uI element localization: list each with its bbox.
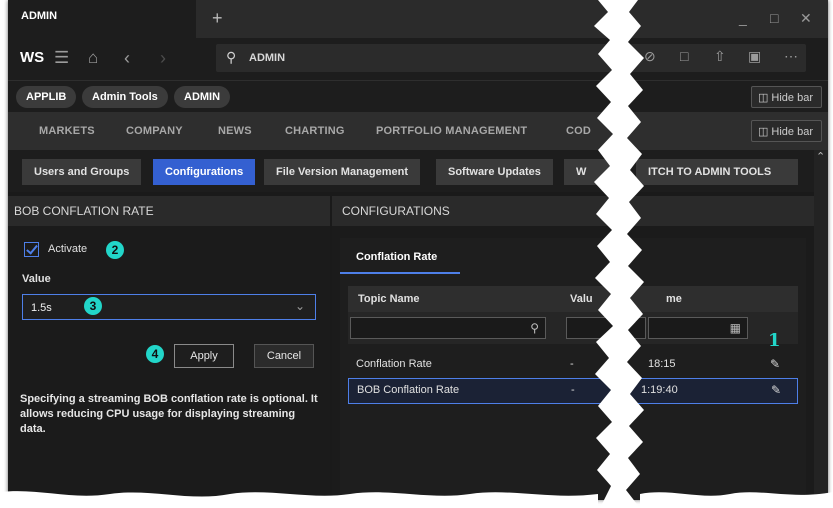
activate-label: Activate [48,243,88,255]
search-icon: ⚲ [226,49,237,65]
search-icon: ⚲ [530,321,539,335]
close-icon[interactable]: ✕ [800,10,812,27]
row-topic: Conflation Rate [356,358,432,370]
row-topic: BOB Conflation Rate [357,384,460,396]
switch-to-admin-tools-button[interactable]: ITCH TO ADMIN TOOLS [636,159,798,185]
callout-badge-2: 2 [106,241,124,259]
menu-portfolio-management[interactable]: PORTFOLIO MANAGEMENT [376,125,527,137]
menu-news[interactable]: NEWS [218,125,252,137]
edit-pencil-icon[interactable]: ✎ [771,383,781,397]
cancel-button[interactable]: Cancel [254,344,314,368]
table-row-selected[interactable]: BOB Conflation Rate - 1:19:40 ✎ [348,378,798,404]
window-titlebar: ADMIN + _ □ ✕ [8,0,828,38]
save-icon[interactable]: ▣ [748,48,761,65]
chip-admin-tools[interactable]: Admin Tools [82,86,168,108]
hide-bar-icon: ◫ [757,92,772,104]
column-time[interactable]: me [666,293,682,305]
scroll-up-icon[interactable]: ⌃ [816,150,825,163]
calendar-icon[interactable]: ▦ [730,321,741,335]
menu-company[interactable]: COMPANY [126,125,183,137]
share-icon[interactable]: ⇧ [714,48,726,65]
tab-configurations[interactable]: Configurations [153,159,256,185]
toolbar: WS ☰ ⌂ ‹ › ⚲ ADMIN ⊘ □ ⇧ ▣ ⋯ [8,38,828,80]
tab-conflation-rate[interactable]: Conflation Rate [340,238,460,274]
activate-checkbox[interactable] [24,242,39,257]
row-value: - [570,358,574,370]
hide-bar-button[interactable]: ◫ Hide bar [750,86,822,108]
maximize-icon[interactable]: □ [770,10,778,26]
value-label: Value [22,273,51,285]
hide-bar-label: Hide bar [771,92,813,104]
search-input[interactable]: ADMIN [249,52,285,64]
value-filter-input[interactable] [566,317,646,339]
configurations-content: Conflation Rate Topic Name Valu me ⚲ ▦ C… [340,238,806,500]
date-filter-input[interactable]: ▦ [648,317,748,339]
row-value: - [571,384,575,396]
configurations-title: CONFIGURATIONS [332,196,814,226]
callout-badge-4: 4 [146,345,164,363]
filter-row: ⚲ ▦ [348,312,798,344]
hide-bar-icon: ◫ [757,126,772,138]
row-time: 18:15 [648,358,676,370]
tab-users-and-groups[interactable]: Users and Groups [22,159,142,185]
admin-window: ADMIN + _ □ ✕ WS ☰ ⌂ ‹ › ⚲ ADMIN ⊘ □ ⇧ ▣… [8,0,828,500]
edit-pencil-icon[interactable]: ✎ [770,357,780,371]
menu-charting[interactable]: CHARTING [285,125,345,137]
callout-badge-3: 3 [84,297,102,315]
admin-subtabs: Users and Groups Configurations File Ver… [8,150,828,192]
column-value[interactable]: Valu [570,293,593,305]
bob-conflation-panel: BOB CONFLATION RATE Activate 2 Value 1.5… [8,196,330,500]
new-window-icon[interactable]: □ [680,48,688,64]
table-header: Topic Name Valu me [348,286,798,312]
menu-icon[interactable]: ☰ [54,48,69,68]
back-icon[interactable]: ‹ [124,48,130,69]
app-chip-bar: APPLIB Admin Tools ADMIN ◫ Hide bar [8,80,828,112]
menu-cod[interactable]: COD [566,125,591,137]
column-topic-name[interactable]: Topic Name [358,293,420,305]
link-icon[interactable]: ⊘ [644,48,656,65]
chevron-down-icon: ⌄ [294,299,305,313]
topic-filter-input[interactable]: ⚲ [350,317,546,339]
scrollbar[interactable]: ⌃ [814,150,828,500]
more-icon[interactable]: ⋯ [784,48,798,65]
apply-button[interactable]: Apply [174,344,234,368]
minimize-icon[interactable]: _ [739,10,747,26]
menu-markets[interactable]: MARKETS [39,125,95,137]
configurations-panel: CONFIGURATIONS Conflation Rate Topic Nam… [332,196,814,500]
tab-w[interactable]: W [564,159,624,185]
table-row[interactable]: Conflation Rate - 18:15 ✎ [348,352,798,378]
value-select[interactable]: 1.5s ⌄ [22,294,316,320]
ws-logo: WS [20,49,45,66]
hide-menu-button[interactable]: ◫ Hide bar [750,120,822,142]
hide-bar-label: Hide bar [771,126,813,138]
home-icon[interactable]: ⌂ [88,48,98,68]
callout-number-1: 1 [768,330,781,351]
forward-icon[interactable]: › [160,48,166,69]
row-time: 1:19:40 [641,384,678,396]
tab-title: ADMIN [21,10,58,22]
chip-applib[interactable]: APPLIB [16,86,77,108]
main-menu: MARKETS COMPANY NEWS CHARTING PORTFOLIO … [8,112,828,150]
panel-title: BOB CONFLATION RATE [8,196,330,226]
tab-file-version-management[interactable]: File Version Management [264,159,421,185]
tab-admin[interactable]: ADMIN [8,0,196,38]
description-text: Specifying a streaming BOB conflation ra… [20,393,318,435]
tab-software-updates[interactable]: Software Updates [436,159,553,185]
plus-icon[interactable]: + [212,8,223,29]
chip-admin[interactable]: ADMIN [174,86,231,108]
value-select-text: 1.5s [31,302,52,314]
